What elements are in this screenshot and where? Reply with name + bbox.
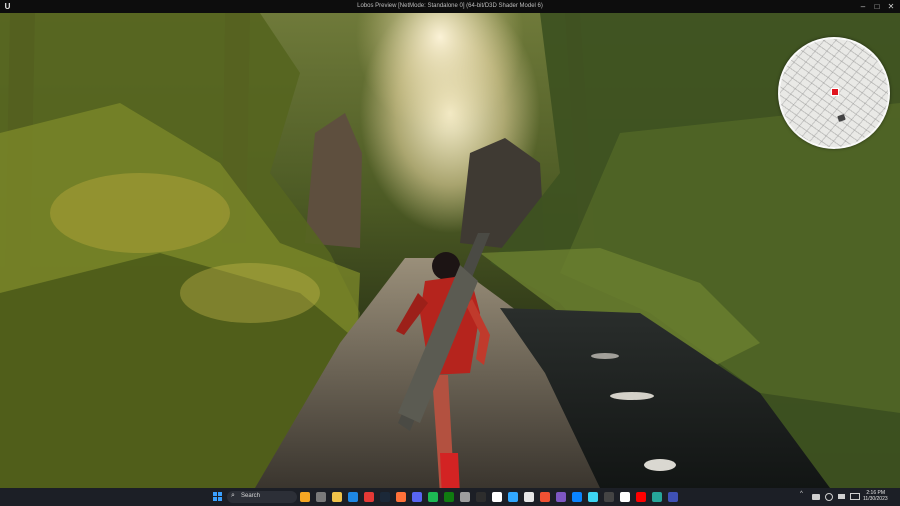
close-button[interactable]: ✕ [884, 1, 898, 12]
battery-icon[interactable] [850, 493, 860, 500]
network-icon[interactable] [812, 494, 820, 500]
photoshop-icon[interactable] [508, 492, 518, 502]
minimap[interactable] [778, 37, 890, 149]
vs-icon[interactable] [556, 492, 566, 502]
game-window: U Lobos Preview [NetMode: Standalone 0] … [0, 0, 900, 488]
adobe-icon[interactable] [636, 492, 646, 502]
game-viewport[interactable] [0, 13, 900, 488]
maximize-button[interactable]: □ [870, 1, 884, 12]
obs-icon[interactable] [476, 492, 486, 502]
map-marker-icon [837, 113, 846, 123]
taskbar: ⌕ Search ^ 2:16 PM 11/30/2023 [0, 488, 900, 506]
epic-icon[interactable] [492, 492, 502, 502]
minimize-button[interactable]: – [856, 1, 870, 12]
mixer-icon[interactable] [652, 492, 662, 502]
notion-icon[interactable] [620, 492, 630, 502]
git-icon[interactable] [540, 492, 550, 502]
clock[interactable]: 2:16 PM 11/30/2023 [863, 490, 888, 502]
wifi-icon[interactable] [825, 493, 833, 501]
tray-chevron-icon[interactable]: ^ [800, 491, 803, 497]
discord-icon[interactable] [412, 492, 422, 502]
weather-icon[interactable] [300, 492, 310, 502]
explorer-icon[interactable] [332, 492, 342, 502]
edge-icon[interactable] [348, 492, 358, 502]
search-box[interactable]: ⌕ Search [227, 491, 297, 503]
settings-icon[interactable] [460, 492, 470, 502]
chrome-icon[interactable] [364, 492, 374, 502]
terminal-icon[interactable] [604, 492, 614, 502]
forest-scene [0, 13, 900, 488]
mail-icon[interactable] [572, 492, 582, 502]
window-title: Lobos Preview [NetMode: Standalone 0] (6… [357, 3, 543, 9]
spotify-icon[interactable] [428, 492, 438, 502]
calendar-icon[interactable] [668, 492, 678, 502]
notepad-icon[interactable] [588, 492, 598, 502]
search-placeholder: Search [241, 493, 261, 499]
title-bar[interactable]: U Lobos Preview [NetMode: Standalone 0] … [0, 0, 900, 13]
volume-icon[interactable] [838, 494, 845, 499]
unreal-icon[interactable] [524, 492, 534, 502]
xbox-icon[interactable] [444, 492, 454, 502]
player-marker-icon [831, 88, 839, 96]
clock-date: 11/30/2023 [863, 496, 888, 502]
search-icon: ⌕ [231, 492, 235, 499]
steam-icon[interactable] [380, 492, 390, 502]
firefox-icon[interactable] [396, 492, 406, 502]
start-button[interactable] [213, 492, 223, 502]
task-view-icon[interactable] [316, 492, 326, 502]
